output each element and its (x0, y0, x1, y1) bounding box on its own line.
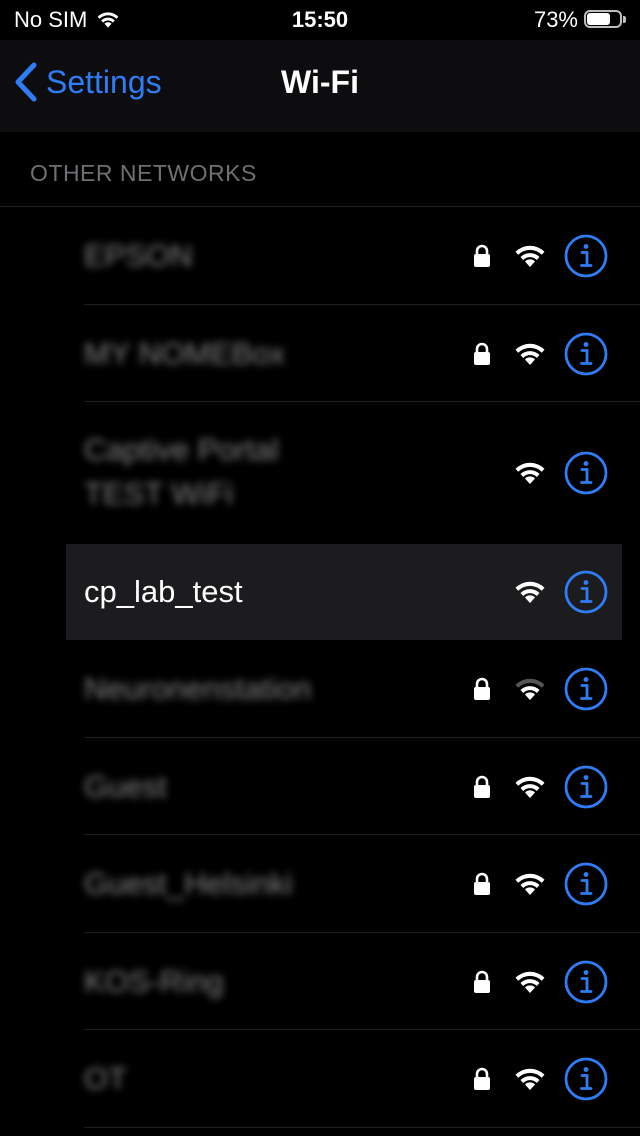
network-row[interactable]: Neuronenstation (0, 640, 640, 738)
row-separator (84, 1127, 640, 1128)
lock-icon (471, 244, 493, 268)
network-name: Guest_Helsinki (84, 866, 293, 901)
battery-icon (584, 10, 628, 30)
lock-icon (471, 342, 493, 366)
network-name: KOS-Ring (84, 964, 224, 999)
network-row[interactable]: MY NOMEBox (0, 305, 640, 402)
network-name: Neuronenstation (84, 671, 312, 706)
wifi-icon (512, 869, 548, 897)
navigation-bar: Settings Wi-Fi (0, 40, 640, 132)
network-list: EPSON MY NOMEBox Captive Portal TEST WiFi cp… (0, 206, 640, 1128)
network-name: cp_lab_test (84, 574, 243, 609)
network-row[interactable]: Guest (0, 738, 640, 835)
status-bar: No SIM 15:50 73% (0, 0, 640, 40)
status-right: 73% (534, 7, 628, 33)
info-icon[interactable] (563, 569, 609, 615)
wifi-icon (512, 674, 548, 702)
info-icon[interactable] (563, 450, 609, 496)
network-row[interactable]: Captive Portal TEST WiFi (0, 402, 640, 544)
lock-icon (471, 775, 493, 799)
network-name: Captive Portal TEST WiFi (84, 428, 279, 516)
wifi-icon (512, 241, 548, 269)
network-name: OT (84, 1061, 128, 1096)
lock-icon (471, 1067, 493, 1091)
section-header: OTHER NETWORKS (30, 160, 257, 186)
network-row[interactable]: Guest_Helsinki (0, 835, 640, 933)
info-icon[interactable] (563, 861, 609, 907)
network-row[interactable]: KOS-Ring (0, 933, 640, 1030)
page-title: Wi-Fi (281, 64, 359, 100)
wifi-icon (512, 577, 548, 605)
network-row[interactable]: EPSON (0, 207, 640, 305)
wifi-icon (512, 1064, 548, 1092)
network-name: Guest (84, 769, 167, 804)
wifi-icon (512, 458, 548, 486)
network-name-line2: TEST WiFi (84, 476, 234, 511)
info-icon[interactable] (563, 331, 609, 377)
network-row[interactable]: cp_lab_test (0, 544, 640, 640)
info-icon[interactable] (563, 764, 609, 810)
info-icon[interactable] (563, 666, 609, 712)
info-icon[interactable] (563, 233, 609, 279)
info-icon[interactable] (563, 959, 609, 1005)
battery-percent: 73% (533, 7, 578, 32)
lock-icon (471, 677, 493, 701)
info-icon[interactable] (563, 1056, 609, 1102)
lock-icon (471, 872, 493, 896)
network-row[interactable]: OT (0, 1030, 640, 1128)
network-name: EPSON (84, 238, 193, 273)
lock-icon (471, 970, 493, 994)
wifi-icon (512, 339, 548, 367)
wifi-icon (512, 967, 548, 995)
wifi-icon (512, 772, 548, 800)
network-name: MY NOMEBox (84, 336, 285, 371)
